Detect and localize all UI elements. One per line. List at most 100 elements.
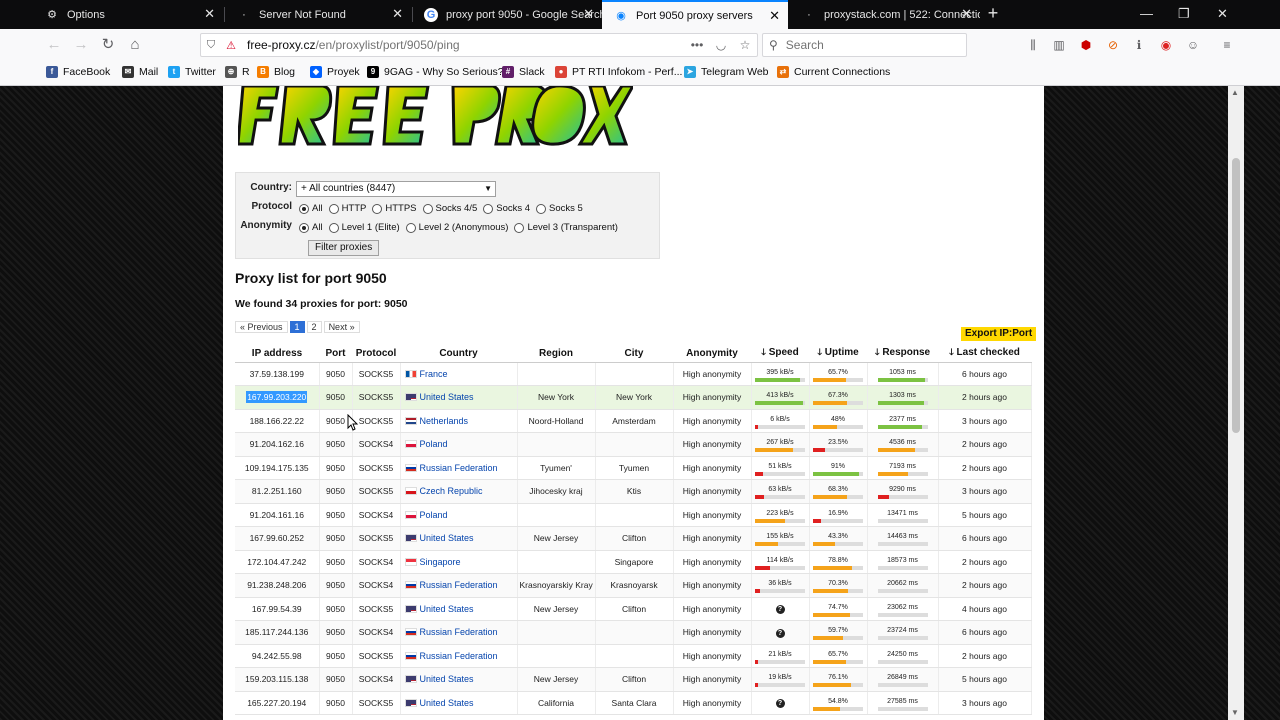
cell-ip[interactable]: 167.99.54.39 bbox=[235, 597, 320, 621]
search-bar[interactable]: ⚲ Search bbox=[762, 33, 967, 57]
sidebar-icon[interactable]: ▥ bbox=[1050, 37, 1068, 53]
protocol-option[interactable]: All bbox=[299, 203, 323, 214]
previous-page-link[interactable]: « Previous bbox=[235, 321, 288, 333]
tab-options[interactable]: ⚙ Options ✕ bbox=[33, 0, 223, 29]
col-response[interactable]: 🡓 Response bbox=[867, 345, 938, 363]
insecure-lock-icon[interactable]: ⚠ bbox=[221, 39, 241, 52]
bookmark-item[interactable]: ➤ Telegram Web bbox=[684, 66, 769, 78]
extension-icon[interactable]: ⊘ bbox=[1104, 37, 1122, 53]
anonymity-radio[interactable] bbox=[299, 222, 309, 233]
bookmark-item[interactable]: t Twitter bbox=[168, 66, 216, 78]
page-actions-icon[interactable]: ••• bbox=[685, 38, 709, 52]
bookmark-item[interactable]: 9 9GAG - Why So Serious? bbox=[367, 66, 504, 78]
protocol-radio[interactable] bbox=[483, 203, 494, 214]
cell-ip[interactable]: 167.99.203.220 bbox=[235, 385, 320, 410]
cell-ip[interactable]: 91.204.162.16 bbox=[235, 432, 320, 457]
close-icon[interactable]: ✕ bbox=[961, 7, 972, 20]
back-icon[interactable]: ← bbox=[44, 35, 64, 55]
bookmark-item[interactable]: ⊕ R bbox=[225, 66, 250, 78]
cell-country[interactable]: Poland bbox=[400, 503, 518, 527]
extension-red-icon[interactable]: ◉ bbox=[1157, 37, 1175, 53]
protocol-radio[interactable] bbox=[536, 203, 547, 214]
url-bar[interactable]: ⛉ ⚠ free-proxy.cz/en/proxylist/port/9050… bbox=[200, 33, 758, 57]
cell-country[interactable]: Singapore bbox=[400, 550, 518, 574]
cell-country[interactable]: United States bbox=[400, 667, 518, 692]
cell-ip[interactable]: 188.166.22.22 bbox=[235, 409, 320, 433]
bookmark-item[interactable]: ◆ Proyek bbox=[310, 66, 360, 78]
restore-icon[interactable]: ❐ bbox=[1178, 6, 1190, 22]
cell-country[interactable]: United States bbox=[400, 597, 518, 621]
tab-proxystack[interactable]: · proxystack.com | 522: Connection timed… bbox=[790, 0, 980, 29]
page-link-1[interactable]: 1 bbox=[289, 321, 305, 333]
cell-ip[interactable]: 167.99.60.252 bbox=[235, 526, 320, 551]
minimize-icon[interactable]: — bbox=[1140, 6, 1153, 21]
cell-ip[interactable]: 91.238.248.206 bbox=[235, 573, 320, 598]
tab-server-not-found[interactable]: · Server Not Found ✕ bbox=[225, 0, 411, 29]
cell-ip[interactable]: 185.117.244.136 bbox=[235, 620, 320, 645]
cell-country[interactable]: France bbox=[400, 362, 518, 386]
home-icon[interactable]: ⌂ bbox=[125, 35, 145, 55]
scrollbar-thumb[interactable] bbox=[1232, 158, 1240, 433]
adblock-icon[interactable]: ⬢ bbox=[1077, 37, 1095, 53]
account-icon[interactable]: ☺ bbox=[1184, 37, 1202, 53]
protocol-option[interactable]: HTTPS bbox=[372, 203, 417, 214]
next-page-link[interactable]: Next » bbox=[323, 321, 360, 333]
bookmark-item[interactable]: # Slack bbox=[502, 66, 545, 78]
close-icon[interactable]: ✕ bbox=[392, 7, 403, 20]
cell-country[interactable]: United States bbox=[400, 691, 518, 715]
cell-country[interactable]: Russian Federation bbox=[400, 573, 518, 598]
cell-ip[interactable]: 165.227.20.194 bbox=[235, 691, 320, 715]
protocol-option[interactable]: Socks 5 bbox=[536, 203, 583, 214]
cell-country[interactable]: Russian Federation bbox=[400, 644, 518, 668]
protocol-radio[interactable] bbox=[299, 203, 309, 214]
export-ip-port-button[interactable]: Export IP:Port bbox=[961, 327, 1037, 341]
anonymity-option[interactable]: Level 1 (Elite) bbox=[328, 222, 400, 233]
anonymity-radio[interactable] bbox=[514, 222, 525, 233]
cell-ip[interactable]: 159.203.115.138 bbox=[235, 667, 320, 692]
protocol-option[interactable]: HTTP bbox=[328, 203, 366, 214]
anonymity-radio[interactable] bbox=[328, 222, 339, 233]
bookmark-item[interactable]: ✉ Mail bbox=[122, 66, 158, 78]
library-icon[interactable]: ⫼ bbox=[1024, 37, 1042, 53]
close-window-icon[interactable]: ✕ bbox=[1217, 6, 1228, 22]
close-icon[interactable]: ✕ bbox=[583, 7, 594, 20]
info-extension-icon[interactable]: ℹ bbox=[1130, 37, 1148, 53]
cell-ip[interactable]: 94.242.55.98 bbox=[235, 644, 320, 668]
bookmark-star-icon[interactable]: ☆ bbox=[733, 38, 757, 52]
tab-port-9050[interactable]: ◉ Port 9050 proxy servers ✕ bbox=[602, 0, 788, 29]
close-icon[interactable]: ✕ bbox=[769, 9, 780, 22]
forward-icon[interactable]: → bbox=[71, 35, 91, 55]
protocol-option[interactable]: Socks 4/5 bbox=[422, 203, 477, 214]
bookmark-item[interactable]: B Blog bbox=[257, 66, 295, 78]
anonymity-radio[interactable] bbox=[405, 222, 416, 233]
protocol-option[interactable]: Socks 4 bbox=[483, 203, 530, 214]
reload-icon[interactable]: ↻ bbox=[98, 35, 118, 55]
cell-country[interactable]: Netherlands bbox=[400, 409, 518, 433]
cell-country[interactable]: United States bbox=[400, 385, 518, 410]
cell-country[interactable]: United States bbox=[400, 526, 518, 551]
cell-ip[interactable]: 109.194.175.135 bbox=[235, 456, 320, 480]
shield-icon[interactable]: ⛉ bbox=[201, 39, 221, 52]
menu-icon[interactable]: ≡ bbox=[1218, 37, 1236, 53]
anonymity-option[interactable]: Level 2 (Anonymous) bbox=[405, 222, 508, 233]
page-link-2[interactable]: 2 bbox=[306, 321, 322, 333]
country-select[interactable]: + All countries (8447) ▼ bbox=[296, 181, 496, 197]
cell-ip[interactable]: 37.59.138.199 bbox=[235, 362, 320, 386]
close-icon[interactable]: ✕ bbox=[204, 7, 215, 20]
cell-ip[interactable]: 91.204.161.16 bbox=[235, 503, 320, 527]
cell-country[interactable]: Czech Republic bbox=[400, 479, 518, 504]
col-speed[interactable]: 🡓 Speed bbox=[751, 345, 809, 363]
pocket-icon[interactable]: ◡ bbox=[709, 38, 733, 52]
col-uptime[interactable]: 🡓 Uptime bbox=[809, 345, 867, 363]
bookmark-item[interactable]: ⇄ Current Connections bbox=[777, 66, 890, 78]
col-last-checked[interactable]: 🡓 Last checked bbox=[938, 345, 1031, 363]
cell-country[interactable]: Poland bbox=[400, 432, 518, 457]
protocol-radio[interactable] bbox=[328, 203, 339, 214]
filter-proxies-button[interactable]: Filter proxies bbox=[308, 240, 380, 256]
new-tab-button[interactable]: + bbox=[983, 4, 1003, 24]
protocol-radio[interactable] bbox=[422, 203, 433, 214]
anonymity-option[interactable]: Level 3 (Transparent) bbox=[514, 222, 618, 233]
page-scrollbar[interactable]: ▲ ▼ bbox=[1228, 86, 1244, 720]
tab-google-search[interactable]: G proxy port 9050 - Google Search ✕ bbox=[412, 0, 602, 29]
cell-country[interactable]: Russian Federation bbox=[400, 620, 518, 645]
